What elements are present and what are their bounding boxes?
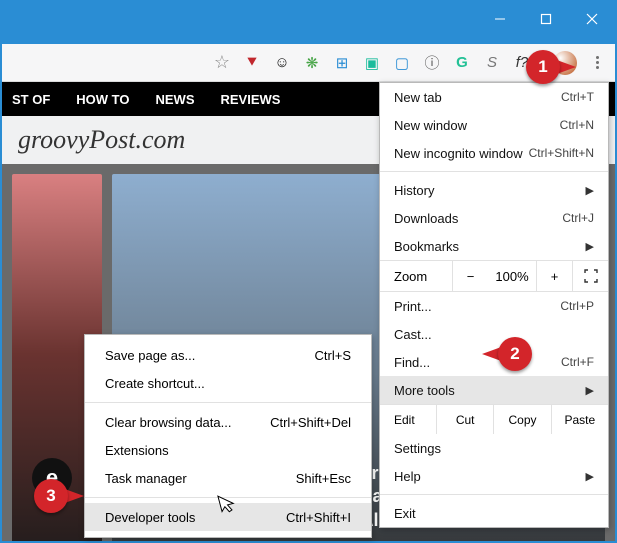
menu-label: Print...	[394, 299, 432, 314]
menu-shortcut: Ctrl+N	[560, 118, 594, 132]
menu-item-exit[interactable]: Exit	[380, 499, 608, 527]
edit-label: Edit	[380, 405, 436, 434]
menu-label: Developer tools	[105, 510, 195, 525]
menu-label: Cast...	[394, 327, 432, 342]
menu-item-settings[interactable]: Settings	[380, 434, 608, 462]
nav-link[interactable]: NEWS	[155, 92, 194, 107]
menu-shortcut: Shift+Esc	[296, 471, 351, 486]
menu-label: Save page as...	[105, 348, 195, 363]
menu-shortcut: Ctrl+S	[315, 348, 351, 363]
submenu-item-save-page[interactable]: Save page as... Ctrl+S	[85, 341, 371, 369]
menu-label: New tab	[394, 90, 442, 105]
menu-label: Extensions	[105, 443, 169, 458]
callout-marker-2: 2	[482, 337, 532, 371]
menu-edit-row: Edit Cut Copy Paste	[380, 404, 608, 434]
submenu-item-task-manager[interactable]: Task manager Shift+Esc	[85, 464, 371, 492]
menu-label: Exit	[394, 506, 416, 521]
extension-icon[interactable]: ❋	[302, 53, 322, 73]
submenu-arrow-icon: ▶	[586, 240, 594, 253]
menu-label: More tools	[394, 383, 455, 398]
menu-label: New window	[394, 118, 467, 133]
menu-shortcut: Ctrl+T	[561, 90, 594, 104]
menu-label: Find...	[394, 355, 430, 370]
zoom-percent: 100%	[488, 261, 536, 291]
zoom-label: Zoom	[380, 261, 450, 291]
extension-icon[interactable]: ☺	[272, 53, 292, 73]
menu-divider	[380, 494, 608, 495]
extension-icon[interactable]: G	[452, 53, 472, 73]
menu-item-more-tools[interactable]: More tools ▶	[380, 376, 608, 404]
menu-label: Create shortcut...	[105, 376, 205, 391]
submenu-item-create-shortcut[interactable]: Create shortcut...	[85, 369, 371, 397]
extension-icon[interactable]: ⊞	[332, 53, 352, 73]
minimize-icon	[494, 13, 506, 25]
zoom-out-button[interactable]: −	[452, 261, 488, 291]
menu-zoom-row: Zoom − 100% +	[380, 260, 608, 292]
paste-button[interactable]: Paste	[551, 405, 608, 434]
window-maximize-button[interactable]	[523, 2, 569, 36]
menu-label: History	[394, 183, 434, 198]
menu-shortcut: Ctrl+F	[561, 355, 594, 369]
window-titlebar	[2, 2, 615, 36]
menu-shortcut: Ctrl+J	[562, 211, 594, 225]
menu-label: Bookmarks	[394, 239, 459, 254]
nav-link[interactable]: HOW TO	[76, 92, 129, 107]
menu-label: Settings	[394, 441, 441, 456]
zoom-in-button[interactable]: +	[536, 261, 572, 291]
menu-item-bookmarks[interactable]: Bookmarks ▶	[380, 232, 608, 260]
menu-shortcut: Ctrl+Shift+N	[529, 146, 594, 160]
extension-icon[interactable]: ⓘ	[422, 53, 442, 73]
menu-divider	[380, 171, 608, 172]
browser-toolbar: ☆ ⯆ ☺ ❋ ⊞ ▣ ▢ ⓘ G S f?	[2, 44, 615, 82]
menu-label: Downloads	[394, 211, 458, 226]
menu-item-print[interactable]: Print... Ctrl+P	[380, 292, 608, 320]
site-logo[interactable]: groovyPost.com	[18, 125, 185, 155]
bookmark-star-icon[interactable]: ☆	[212, 53, 232, 73]
menu-label: Clear browsing data...	[105, 415, 231, 430]
callout-marker-3: 3	[34, 479, 84, 513]
extension-icon[interactable]: ▣	[362, 53, 382, 73]
extension-icon[interactable]: ▢	[392, 53, 412, 73]
window-close-button[interactable]	[569, 2, 615, 36]
menu-shortcut: Ctrl+P	[560, 299, 594, 313]
copy-button[interactable]: Copy	[493, 405, 550, 434]
callout-number: 1	[526, 50, 560, 84]
submenu-arrow-icon: ▶	[586, 384, 594, 397]
submenu-arrow-icon: ▶	[586, 184, 594, 197]
callout-marker-1: 1	[526, 50, 576, 84]
submenu-item-clear-data[interactable]: Clear browsing data... Ctrl+Shift+Del	[85, 408, 371, 436]
menu-item-help[interactable]: Help ▶	[380, 462, 608, 490]
fullscreen-icon	[584, 269, 598, 283]
tab-strip	[2, 36, 615, 44]
menu-item-downloads[interactable]: Downloads Ctrl+J	[380, 204, 608, 232]
window-minimize-button[interactable]	[477, 2, 523, 36]
menu-divider	[85, 402, 371, 403]
submenu-item-extensions[interactable]: Extensions	[85, 436, 371, 464]
menu-shortcut: Ctrl+Shift+I	[286, 510, 351, 525]
browser-menu-button[interactable]	[587, 56, 607, 69]
extension-icon[interactable]: ⯆	[242, 53, 262, 73]
nav-link[interactable]: ST OF	[12, 92, 50, 107]
cut-button[interactable]: Cut	[436, 405, 493, 434]
menu-item-incognito[interactable]: New incognito window Ctrl+Shift+N	[380, 139, 608, 167]
nav-link[interactable]: REVIEWS	[220, 92, 280, 107]
callout-number: 3	[34, 479, 68, 513]
callout-number: 2	[498, 337, 532, 371]
close-icon	[586, 13, 598, 25]
menu-item-history[interactable]: History ▶	[380, 176, 608, 204]
menu-label: New incognito window	[394, 146, 523, 161]
submenu-arrow-icon: ▶	[586, 470, 594, 483]
fullscreen-button[interactable]	[572, 261, 608, 291]
menu-shortcut: Ctrl+Shift+Del	[270, 415, 351, 430]
menu-label: Help	[394, 469, 421, 484]
maximize-icon	[540, 13, 552, 25]
menu-item-new-tab[interactable]: New tab Ctrl+T	[380, 83, 608, 111]
browser-menu: New tab Ctrl+T New window Ctrl+N New inc…	[379, 82, 609, 528]
menu-item-new-window[interactable]: New window Ctrl+N	[380, 111, 608, 139]
menu-label: Task manager	[105, 471, 187, 486]
extension-icon[interactable]: S	[482, 53, 502, 73]
